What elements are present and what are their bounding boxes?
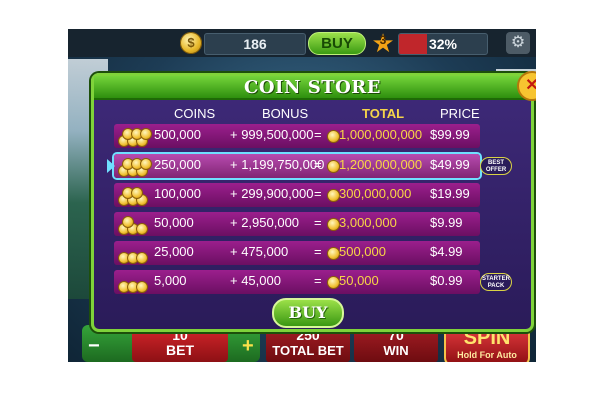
row-total: 300,000,000 (339, 186, 412, 201)
column-header-coins: COINS (174, 106, 216, 121)
row-equals: = (314, 273, 322, 288)
row-total: 1,000,000,000 (339, 127, 423, 142)
row-price: $9.99 (430, 215, 463, 230)
row-coins: 50,000 (154, 215, 194, 230)
row-equals: = (314, 215, 322, 230)
store-row[interactable]: 100,000 + 299,900,000 = 300,000,000 $19.99 (114, 183, 480, 207)
bet-increase-button[interactable]: + (242, 335, 254, 358)
row-total: 50,000 (339, 273, 379, 288)
store-row[interactable]: 25,000 + 475,000 = 500,000 $4.99 (114, 241, 480, 265)
coin-balance: 186 (204, 33, 306, 55)
level-number: 3 (379, 33, 387, 47)
column-header-total: TOTAL (362, 106, 405, 121)
column-header-bonus: BONUS (262, 106, 309, 121)
coin-pile-icon (118, 157, 152, 177)
row-coins: 25,000 (154, 244, 194, 259)
column-header-price: PRICE (440, 106, 480, 121)
selection-arrow-icon (107, 159, 115, 173)
starter-pack-badge: STARTER PACK (480, 273, 512, 291)
store-row[interactable]: 5,000 + 45,000 = 50,000 $0.99 (114, 270, 480, 294)
coin-pile-icon (118, 186, 148, 206)
bet-decrease-button[interactable]: − (88, 335, 100, 358)
coin-store-title: COIN STORE (244, 77, 381, 98)
coin-pile-icon (118, 215, 148, 235)
row-price: $99.99 (430, 127, 470, 142)
row-equals: = (314, 244, 322, 259)
row-price: $49.99 (430, 157, 470, 172)
row-coins: 100,000 (154, 186, 201, 201)
coin-pile-icon (118, 244, 148, 264)
coin-store-dialog: COIN STORE ✕ COINS BONUS TOTAL PRICE 500… (91, 71, 536, 332)
xp-percent: 32% (428, 36, 458, 52)
row-bonus: + 45,000 (230, 273, 281, 288)
row-equals: = (314, 127, 322, 142)
coin-pile-icon (118, 127, 152, 147)
row-price: $19.99 (430, 186, 470, 201)
store-row[interactable]: 250,000 + 1,199,750,000 = 1,200,000,000 $49.… (107, 154, 480, 178)
row-total: 1,200,000,000 (339, 157, 423, 172)
row-bonus: + 999,500,000 (230, 127, 314, 142)
row-bonus: + 1,199,750,000 (230, 157, 325, 172)
row-bonus: + 2,950,000 (230, 215, 300, 230)
row-bonus: + 475,000 (230, 244, 289, 259)
coin-store-header: COIN STORE (94, 76, 531, 100)
row-equals: = (314, 157, 322, 172)
game-screen: $ 186 BUY ★ 3 32% ⚙ − 10 BET + 250 TOTAL… (68, 29, 536, 362)
buy-button[interactable]: BUY (272, 298, 344, 328)
row-coins: 5,000 (154, 273, 187, 288)
row-equals: = (314, 186, 322, 201)
win-label: WIN (383, 343, 409, 358)
store-row[interactable]: 50,000 + 2,950,000 = 3,000,000 $9.99 (114, 212, 480, 236)
coin-icon: $ (180, 32, 202, 54)
row-price: $0.99 (430, 273, 463, 288)
top-bar: $ 186 BUY ★ 3 32% ⚙ (68, 29, 536, 57)
best-offer-badge: BEST OFFER (480, 157, 512, 175)
store-row[interactable]: 500,000 + 999,500,000 = 1,000,000,000 $99.99 (114, 124, 480, 148)
total-bet-label: TOTAL BET (272, 343, 344, 358)
xp-progress-bar: 32% (398, 33, 488, 55)
spin-hold-hint: Hold For Auto (457, 350, 517, 360)
row-bonus: + 299,900,000 (230, 186, 314, 201)
row-price: $4.99 (430, 244, 463, 259)
row-total: 3,000,000 (339, 215, 397, 230)
gear-icon[interactable]: ⚙ (506, 32, 530, 54)
coin-pile-icon (118, 273, 148, 293)
row-coins: 250,000 (154, 157, 201, 172)
row-total: 500,000 (339, 244, 386, 259)
row-coins: 500,000 (154, 127, 201, 142)
bet-label: BET (166, 342, 194, 358)
top-buy-button[interactable]: BUY (308, 32, 366, 55)
